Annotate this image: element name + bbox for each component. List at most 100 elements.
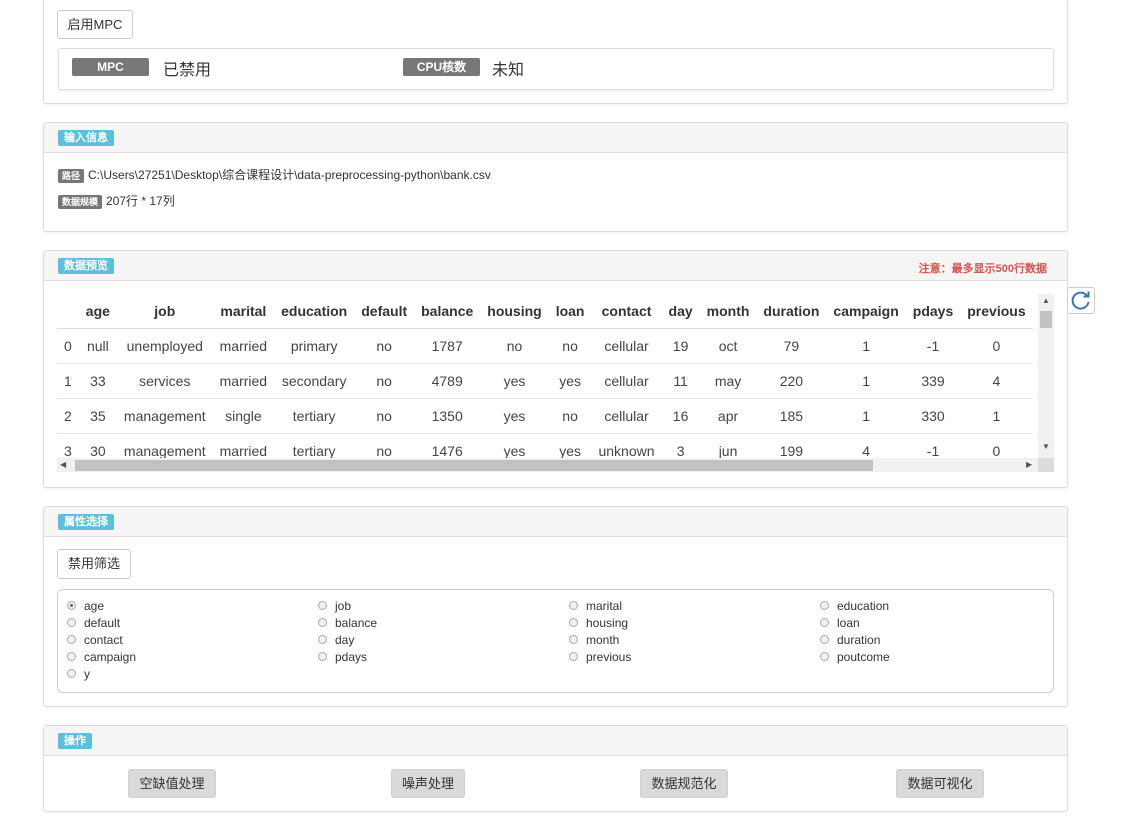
scroll-right-icon[interactable]: ▶ [1026,460,1032,470]
attribute-option-contact[interactable]: contact [67,632,123,649]
table-cell: no [548,398,592,434]
table-cell: cellular [591,363,662,399]
attribute-option-duration[interactable]: duration [820,632,880,649]
normalization-button[interactable]: 数据规范化 [640,769,728,798]
attribute-option-label: job [335,599,352,613]
table-cell: 4 [960,363,1033,399]
table-cell: 1 [826,328,906,364]
attribute-option-job[interactable]: job [318,598,351,615]
radio-icon[interactable] [820,601,829,611]
vertical-scrollbar[interactable]: ▲ ▼ [1038,294,1054,458]
radio-icon[interactable] [67,601,76,611]
section-title: 属性选择 [58,514,114,530]
table-row: 1 33 services married secondary no 4789 yes yes c… [57,363,1033,399]
radio-icon[interactable] [67,618,76,628]
attribute-option-label: day [335,633,355,647]
attribute-option-education[interactable]: education [820,598,889,615]
table-cell: 4789 [414,363,481,399]
table-cell: primary [274,328,355,364]
table-cell: 1787 [414,328,481,364]
attribute-option-label: marital [586,599,623,613]
radio-icon[interactable] [569,601,578,611]
row-index-cell: 1 [57,363,79,399]
table-cell: no [548,328,592,364]
radio-icon[interactable] [318,601,327,611]
attribute-option-pdays[interactable]: pdays [318,649,367,666]
attribute-option-label: month [586,633,620,647]
radio-icon[interactable] [820,635,829,645]
attribute-option-previous[interactable]: previous [569,649,631,666]
radio-icon[interactable] [820,652,829,662]
attribute-option-label: contact [84,633,123,647]
table-body: 0 null unemployed married primary no 1787 no no c… [57,328,1033,469]
table-cell: 1 [826,398,906,434]
attribute-option-age[interactable]: age [67,598,104,615]
table-cell: 220 [756,363,827,399]
attribute-panel: 属性选择 禁用筛选 age job marital education default b… [43,506,1068,707]
table-cell: 79 [756,328,827,364]
index-header [57,294,79,329]
table-cell: 1 [826,363,906,399]
attribute-option-label: pdays [335,650,368,664]
attribute-option-marital[interactable]: marital [569,598,622,615]
table-cell: 35 [78,398,117,434]
radio-icon[interactable] [318,635,327,645]
table-cell: 330 [905,398,961,434]
column-header-previous: previous [960,294,1033,329]
radio-icon[interactable] [67,669,76,679]
preview-table: age job marital education default balance hous… [57,294,1033,469]
attribute-option-default[interactable]: default [67,615,120,632]
attribute-option-day[interactable]: day [318,632,354,649]
size-label: 数据规模 [58,194,103,209]
path-label: 路径 [58,168,85,183]
refresh-button[interactable] [1067,287,1095,314]
table-cell: management [116,398,213,434]
noise-processing-button[interactable]: 噪声处理 [391,769,465,798]
table-cell: yes [480,363,549,399]
attribute-option-loan[interactable]: loan [820,615,860,632]
horizontal-scrollbar[interactable]: ◀ ▶ [57,458,1038,472]
attribute-option-y[interactable]: y [67,666,90,683]
visualization-button[interactable]: 数据可视化 [896,769,984,798]
scroll-down-icon[interactable]: ▼ [1042,442,1050,452]
column-header-housing: housing [480,294,549,329]
horizontal-scroll-thumb[interactable] [75,460,873,471]
cpu-value: 未知 [492,62,525,79]
radio-icon[interactable] [569,618,578,628]
column-header-education: education [274,294,355,329]
vertical-scroll-thumb[interactable] [1040,311,1052,328]
table-row: 2 35 management single tertiary no 1350 yes no ce… [57,398,1033,434]
path-row: 路径 C:\Users\27251\Desktop\综合课程设计\data-pre… [58,166,491,183]
attribute-option-month[interactable]: month [569,632,619,649]
radio-icon[interactable] [318,652,327,662]
column-header-day: day [661,294,700,329]
scroll-up-icon[interactable]: ▲ [1042,296,1050,306]
radio-icon[interactable] [820,618,829,628]
preview-body: age job marital education default balance hous… [44,280,1069,488]
table-cell: 1350 [414,398,481,434]
radio-icon[interactable] [67,652,76,662]
radio-icon[interactable] [67,635,76,645]
radio-icon[interactable] [318,618,327,628]
attribute-option-label: previous [586,650,632,664]
attribute-option-housing[interactable]: housing [569,615,628,632]
radio-icon[interactable] [569,652,578,662]
data-preview-panel: 数据预览 注意：最多显示500行数据 age job marital educatio… [43,250,1068,488]
missing-value-button[interactable]: 空缺值处理 [128,769,216,798]
attribute-option-poutcome[interactable]: poutcome [820,649,890,666]
scroll-left-icon[interactable]: ◀ [60,460,66,470]
attribute-option-balance[interactable]: balance [318,615,377,632]
radio-icon[interactable] [569,635,578,645]
attribute-option-label: loan [837,616,860,630]
column-header-campaign: campaign [826,294,906,329]
column-header-contact: contact [591,294,662,329]
column-header-loan: loan [548,294,592,329]
actions-panel: 操作 空缺值处理 噪声处理 数据规范化 数据可视化 [43,725,1068,812]
table-cell: 339 [905,363,961,399]
attribute-option-campaign[interactable]: campaign [67,649,136,666]
table-cell: tertiary [274,398,355,434]
table-cell: apr [699,398,757,434]
enable-mpc-button[interactable]: 启用MPC [57,10,133,39]
panel-header: 属性选择 [44,507,1067,537]
table-cell: null [78,328,117,364]
